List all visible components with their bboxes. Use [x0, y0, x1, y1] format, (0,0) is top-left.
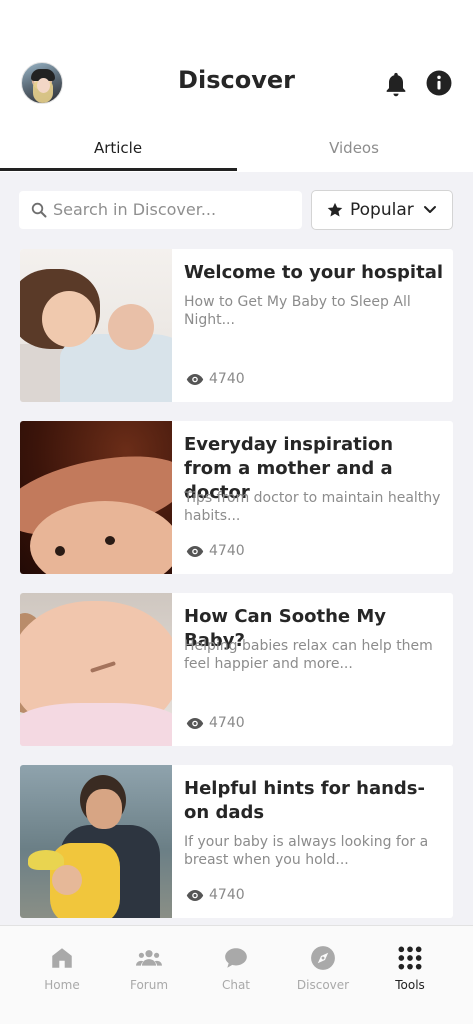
article-title: Helpful hints for hands-on dads [184, 778, 425, 823]
article-description: Helping babies relax can help them feel … [184, 638, 433, 672]
search-icon [31, 202, 47, 218]
chevron-down-icon [424, 206, 436, 213]
eye-icon [186, 890, 204, 901]
active-tab-indicator [0, 168, 237, 171]
nav-tools-label: Tools [395, 978, 425, 992]
article-thumbnail [20, 593, 172, 746]
search-placeholder: Search in Discover... [53, 200, 217, 219]
tab-videos[interactable]: Videos [236, 128, 472, 172]
article-thumbnail [20, 249, 172, 402]
nav-discover-label: Discover [296, 978, 350, 992]
tab-bar: Article Videos [0, 128, 473, 172]
views-count: 4740 [209, 371, 245, 387]
article-title: Welcome to your hospital [184, 262, 444, 283]
bell-icon[interactable] [382, 70, 410, 98]
nav-chat[interactable]: Chat [196, 940, 276, 1000]
article-card[interactable]: Helpful hints for hands-on dads If your … [20, 765, 453, 918]
home-icon [52, 948, 72, 968]
article-description: Tips from doctor to maintain healthy hab… [184, 490, 441, 524]
sort-dropdown-value: Popular [350, 200, 414, 220]
nav-discover[interactable]: Discover [283, 940, 363, 1000]
article-card[interactable]: Welcome to your hospital How to Get My B… [20, 249, 453, 402]
nav-forum-label: Forum [129, 978, 169, 992]
article-card[interactable]: Everyday inspiration from a mother and a… [20, 421, 453, 574]
info-icon[interactable] [426, 70, 452, 96]
grid-dots-icon [398, 946, 422, 970]
compass-icon [311, 946, 335, 970]
nav-forum[interactable]: Forum [109, 940, 189, 1000]
bottom-navigation: Home Forum Chat Discover Tools [0, 925, 473, 1024]
eye-icon [186, 374, 204, 385]
article-card[interactable]: How Can Soothe My Baby? Helping babies r… [20, 593, 453, 746]
nav-tools[interactable]: Tools [370, 940, 450, 1000]
article-thumbnail [20, 421, 172, 574]
star-icon [327, 202, 343, 217]
views-count: 4740 [209, 887, 245, 903]
people-icon [136, 950, 162, 966]
header: Discover Article Videos [0, 0, 473, 172]
views-count: 4740 [209, 715, 245, 731]
eye-icon [186, 718, 204, 729]
eye-icon [186, 546, 204, 557]
search-input[interactable]: Search in Discover... [19, 191, 302, 229]
article-description: If your baby is always looking for a bre… [184, 834, 429, 868]
chat-bubble-icon [225, 948, 247, 968]
nav-home-label: Home [44, 978, 80, 992]
views-count: 4740 [209, 543, 245, 559]
article-description: How to Get My Baby to Sleep All Night... [184, 294, 411, 328]
article-thumbnail [20, 765, 172, 918]
tab-article[interactable]: Article [0, 128, 236, 172]
nav-chat-label: Chat [221, 978, 251, 992]
sort-dropdown[interactable]: Popular [311, 190, 453, 230]
nav-home[interactable]: Home [22, 940, 102, 1000]
